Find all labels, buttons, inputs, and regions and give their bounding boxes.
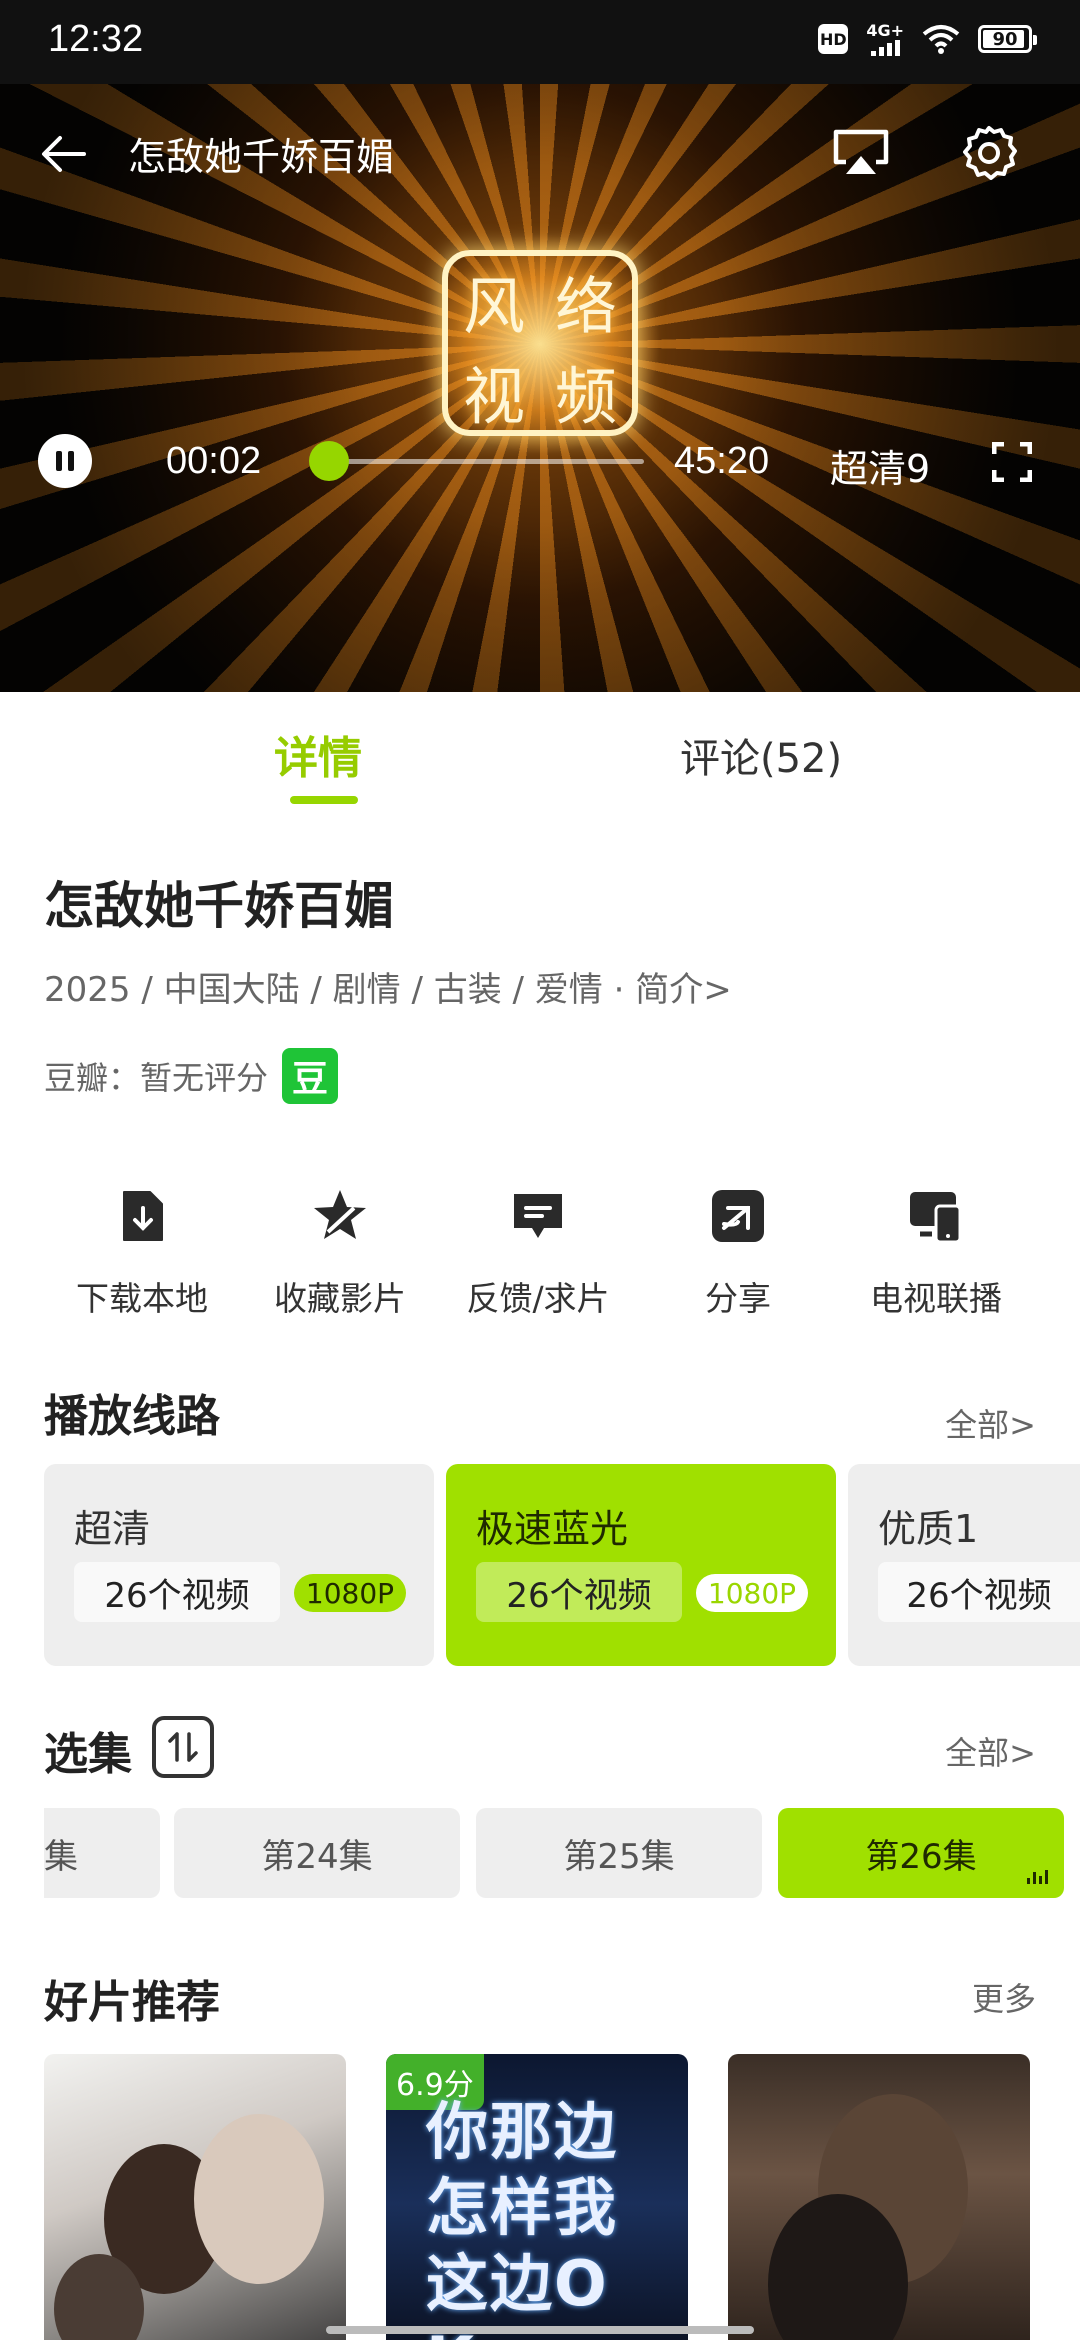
- total-time: 45:20: [674, 440, 770, 482]
- current-time: 00:02: [166, 440, 262, 482]
- player-title: 怎敌她千娇百媚: [128, 135, 395, 179]
- airplay-icon: [833, 129, 889, 174]
- line-video-count: 26个视频: [476, 1562, 682, 1622]
- episode-item[interactable]: 集: [44, 1808, 160, 1898]
- feedback-label: 反馈/求片: [466, 1279, 610, 1318]
- feedback-button[interactable]: 反馈/求片: [438, 1186, 638, 1320]
- tv-cast-button[interactable]: 电视联播: [836, 1186, 1036, 1320]
- line-video-count: 26个视频: [878, 1562, 1080, 1622]
- lines-more-link[interactable]: 全部>: [945, 1400, 1036, 1446]
- battery-level: 90: [992, 28, 1018, 50]
- fullscreen-button[interactable]: [991, 441, 1033, 483]
- recommend-poster[interactable]: [728, 2054, 1030, 2340]
- status-icons: HD 4G+ 90: [818, 22, 1037, 56]
- recommend-section-title: 好片推荐: [44, 1977, 220, 2028]
- video-player[interactable]: 风 络 视 频 怎敌她千娇百媚 00:02 45:20 超清9: [0, 84, 1080, 692]
- line-name: 极速蓝光: [476, 1507, 629, 1551]
- settings-button[interactable]: [958, 122, 1020, 184]
- share-button[interactable]: 分享: [638, 1186, 838, 1320]
- quality-button[interactable]: 超清9: [830, 438, 930, 493]
- tv-cast-label: 电视联播: [870, 1279, 1002, 1318]
- episode-label: 第26集: [865, 1836, 977, 1877]
- fullscreen-icon: [991, 441, 1033, 483]
- douban-rating: 豆瓣：暂无评分 豆: [44, 1048, 339, 1104]
- line-video-count: 26个视频: [74, 1562, 280, 1622]
- line-name: 优质1: [878, 1507, 979, 1551]
- tv-cast-icon: [910, 1192, 962, 1244]
- episodes-section-title: 选集: [44, 1729, 132, 1780]
- recommend-poster[interactable]: 6.9分 你那边怎样我这边OK: [386, 2054, 688, 2340]
- home-indicator[interactable]: [326, 2326, 754, 2334]
- pause-icon: [56, 451, 62, 471]
- tab-comments[interactable]: 评论(52): [680, 726, 842, 784]
- player-top-bar: 怎敌她千娇百媚: [0, 84, 1080, 216]
- line-resolution-badge: 1080P: [294, 1574, 406, 1612]
- episodes-more-link[interactable]: 全部>: [945, 1728, 1036, 1774]
- download-label: 下载本地: [76, 1279, 208, 1318]
- airplay-button[interactable]: [830, 122, 892, 184]
- line-card-chaoqing[interactable]: 超清 26个视频 1080P: [44, 1464, 434, 1666]
- favorite-button[interactable]: 收藏影片: [240, 1186, 440, 1320]
- sort-icon: [168, 1732, 198, 1762]
- status-time: 12:32: [48, 18, 144, 60]
- progress-knob[interactable]: [309, 441, 350, 481]
- playing-indicator-icon: [1027, 1870, 1048, 1884]
- recommend-more-link[interactable]: 更多: [972, 1974, 1036, 2020]
- line-resolution-badge: 1080P: [696, 1574, 808, 1612]
- sort-episodes-button[interactable]: [152, 1716, 214, 1778]
- download-file-icon: [123, 1191, 163, 1241]
- action-bar: 下载本地 收藏影片 反馈/求片 分享 电视联播: [0, 1186, 1080, 1326]
- star-icon: [314, 1190, 366, 1239]
- episode-item[interactable]: 第25集: [476, 1808, 762, 1898]
- movie-meta[interactable]: 2025 / 中国大陆 / 剧情 / 古装 / 爱情 · 简介>: [44, 962, 732, 1011]
- recommend-poster[interactable]: [44, 2054, 346, 2340]
- tab-details[interactable]: 详情: [274, 722, 362, 786]
- back-button[interactable]: [34, 124, 94, 184]
- tab-indicator: [290, 796, 358, 804]
- player-controls: 00:02 45:20 超清9: [0, 384, 1080, 504]
- lines-section-title: 播放线路: [44, 1391, 220, 1442]
- line-name: 超清: [74, 1507, 151, 1551]
- douban-label: 豆瓣：暂无评分: [44, 1059, 269, 1097]
- episode-item-current[interactable]: 第26集: [778, 1808, 1064, 1898]
- network-type: 4G+: [866, 21, 904, 40]
- movie-title: 怎敌她千娇百媚: [44, 877, 394, 935]
- douban-icon[interactable]: 豆: [282, 1048, 339, 1104]
- battery-icon: 90: [978, 25, 1037, 53]
- status-bar: 12:32 HD 4G+ 90: [0, 0, 1080, 84]
- poster-title-art: 你那边怎样我这边OK: [426, 2095, 619, 2340]
- episode-item[interactable]: 第24集: [174, 1808, 460, 1898]
- wifi-icon: [922, 25, 960, 54]
- hd-icon: HD: [818, 24, 849, 54]
- gear-icon: [963, 126, 1017, 180]
- chat-bubble-icon: [514, 1194, 562, 1238]
- detail-tabs: 详情 评论(52): [0, 692, 1080, 820]
- line-card-youzhi1[interactable]: 优质1 26个视频: [848, 1464, 1080, 1666]
- download-button[interactable]: 下载本地: [42, 1186, 242, 1320]
- back-arrow-icon: [42, 136, 86, 172]
- progress-bar[interactable]: [309, 441, 644, 481]
- share-icon: [712, 1190, 764, 1242]
- pause-button[interactable]: [38, 434, 92, 488]
- line-card-jisu-languang[interactable]: 极速蓝光 26个视频 1080P: [446, 1464, 836, 1666]
- signal-icon: 4G+: [866, 22, 904, 56]
- share-label: 分享: [705, 1279, 771, 1318]
- favorite-label: 收藏影片: [274, 1279, 406, 1318]
